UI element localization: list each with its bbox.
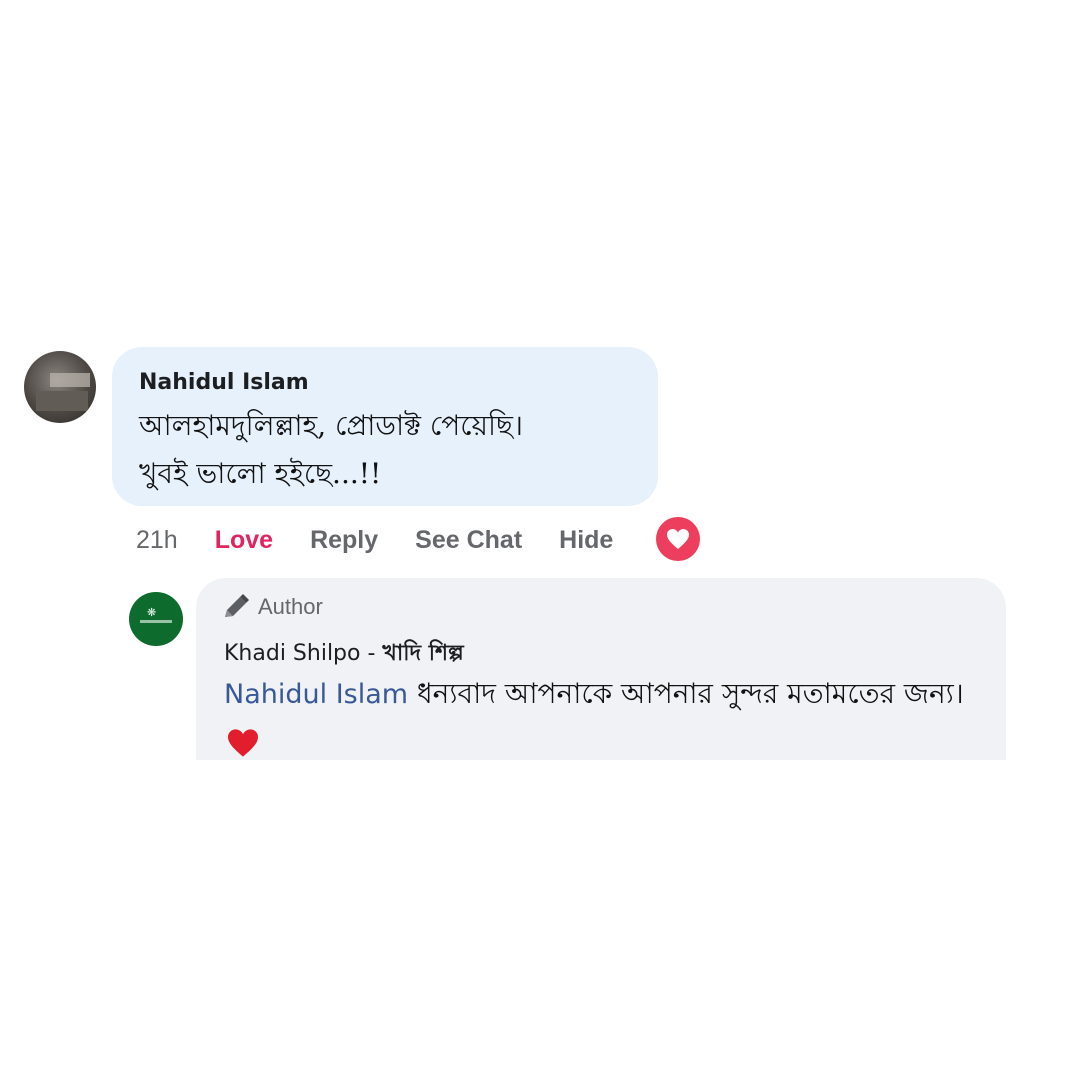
- comment-author-name[interactable]: Nahidul Islam: [139, 370, 309, 395]
- red-heart-icon: [226, 725, 260, 773]
- comment-text-line: খুবই ভালো হইছে...!!: [139, 457, 382, 490]
- reply-author-name[interactable]: Khadi Shilpo - খাদি শিল্প: [224, 636, 464, 673]
- page-avatar[interactable]: ❋: [129, 592, 183, 646]
- page-name-latin: Khadi Shilpo -: [224, 641, 383, 666]
- author-badge: Author: [222, 594, 323, 620]
- logo-text: [140, 620, 172, 623]
- pencil-icon: [225, 594, 249, 617]
- love-reaction-icon[interactable]: [656, 517, 700, 561]
- logo-mark-icon: ❋: [147, 606, 157, 619]
- avatar-detail: [36, 391, 88, 411]
- reply-button[interactable]: Reply: [310, 526, 378, 555]
- love-button[interactable]: Love: [215, 526, 273, 555]
- comment-actions: 21h Love Reply See Chat Hide: [136, 523, 650, 557]
- reply-text: Nahidul Islam ধন্যবাদ আপনাকে আপনার সুন্দ…: [224, 670, 984, 773]
- heart-icon: [667, 529, 689, 549]
- author-badge-label: Author: [258, 594, 323, 619]
- comment-timestamp[interactable]: 21h: [136, 526, 178, 555]
- comment-thread: Nahidul Islam আলহামদুলিল্লাহ, প্রোডাক্ট …: [0, 0, 1080, 1080]
- comment-text: আলহামদুলিল্লাহ, প্রোডাক্ট পেয়েছি। খুবই …: [139, 402, 649, 498]
- reply-text-body: ধন্যবাদ আপনাকে আপনার সুন্দর মতামতের জন্য…: [408, 677, 964, 710]
- avatar-detail: [50, 373, 90, 387]
- mention-link[interactable]: Nahidul Islam: [224, 679, 408, 710]
- hide-button[interactable]: Hide: [559, 526, 613, 555]
- page-name-bengali: খাদি শিল্প: [382, 641, 464, 666]
- crop-edge: [196, 760, 1006, 762]
- see-chat-button[interactable]: See Chat: [415, 526, 522, 555]
- avatar[interactable]: [24, 351, 96, 423]
- comment-text-line: আলহামদুলিল্লাহ, প্রোডাক্ট পেয়েছি।: [139, 409, 524, 442]
